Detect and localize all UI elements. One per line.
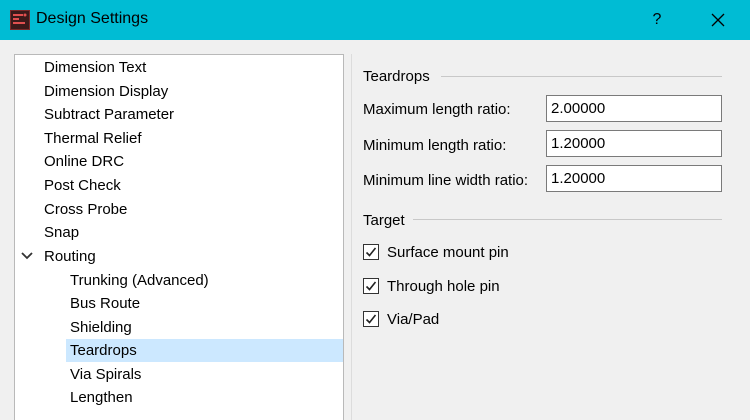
tree-item-online-drc[interactable]: Online DRC — [15, 150, 343, 173]
min-line-width-ratio-label: Minimum line width ratio: — [363, 172, 529, 189]
checkmark-icon — [365, 314, 377, 324]
min-line-width-ratio-input[interactable] — [546, 165, 722, 192]
tree-item-thermal-relief[interactable]: Thermal Relief — [15, 127, 343, 150]
via-pad-checkbox[interactable]: Via/Pad — [363, 309, 439, 329]
tree-item-label: Online DRC — [44, 153, 125, 170]
settings-tree[interactable]: Dimension Text Dimension Display Subtrac… — [14, 54, 344, 420]
tree-item-label: Thermal Relief — [44, 130, 142, 147]
tree-item-label: Via Spirals — [70, 366, 142, 383]
tree-item-routing[interactable]: Routing — [15, 245, 343, 268]
tree-item-dimension-text[interactable]: Dimension Text — [15, 56, 343, 79]
tree-item-label: Dimension Text — [44, 59, 147, 76]
checkmark-icon — [365, 247, 377, 257]
tree-item-label: Shielding — [70, 319, 132, 336]
help-button[interactable]: ? — [636, 0, 678, 40]
checkbox-label: Surface mount pin — [387, 243, 509, 261]
tree-item-bus-route[interactable]: Bus Route — [15, 292, 343, 315]
window-title: Design Settings — [36, 10, 149, 27]
tree-item-lengthen[interactable]: Lengthen — [15, 386, 343, 409]
close-icon — [711, 13, 725, 27]
through-hole-pin-checkbox[interactable]: Through hole pin — [363, 276, 500, 296]
checkbox-label: Via/Pad — [387, 310, 440, 328]
teardrops-section-title: Teardrops — [363, 68, 430, 85]
close-button[interactable] — [694, 0, 742, 40]
tree-item-post-check[interactable]: Post Check — [15, 174, 343, 197]
max-length-ratio-label: Maximum length ratio: — [363, 101, 511, 118]
tree-item-cross-probe[interactable]: Cross Probe — [15, 198, 343, 221]
tree-item-teardrops[interactable]: Teardrops — [66, 339, 343, 362]
design-app-icon — [10, 10, 30, 30]
checkbox-label: Through hole pin — [387, 277, 500, 295]
tree-item-label: Routing — [44, 248, 96, 265]
section-divider — [441, 76, 722, 77]
section-divider — [413, 219, 722, 220]
tree-item-label: Post Check — [44, 177, 121, 194]
tree-item-subtract-parameter[interactable]: Subtract Parameter — [15, 103, 343, 126]
checkbox-box[interactable] — [363, 311, 379, 327]
tree-item-label: Teardrops — [70, 342, 137, 359]
tree-item-label: Trunking (Advanced) — [70, 272, 209, 289]
tree-item-label: Dimension Display — [44, 83, 169, 100]
target-section-title: Target — [363, 212, 405, 229]
tree-item-via-spirals[interactable]: Via Spirals — [15, 363, 343, 386]
min-length-ratio-label: Minimum length ratio: — [363, 137, 507, 154]
checkbox-box[interactable] — [363, 278, 379, 294]
surface-mount-pin-checkbox[interactable]: Surface mount pin — [363, 242, 509, 262]
tree-item-label: Lengthen — [70, 389, 133, 406]
tree-item-dimension-display[interactable]: Dimension Display — [15, 80, 343, 103]
tree-item-trunking-advanced[interactable]: Trunking (Advanced) — [15, 269, 343, 292]
chevron-down-icon[interactable] — [21, 251, 33, 261]
min-length-ratio-input[interactable] — [546, 130, 722, 157]
tree-item-snap[interactable]: Snap — [15, 221, 343, 244]
question-mark-icon: ? — [652, 11, 662, 28]
checkbox-box[interactable] — [363, 244, 379, 260]
checkmark-icon — [365, 281, 377, 291]
tree-item-label: Snap — [44, 224, 80, 241]
tree-item-label: Bus Route — [70, 295, 141, 312]
tree-item-label: Cross Probe — [44, 201, 128, 218]
max-length-ratio-input[interactable] — [546, 95, 722, 122]
tree-item-shielding[interactable]: Shielding — [15, 316, 343, 339]
title-bar: Design Settings ? — [0, 0, 750, 40]
tree-item-label: Subtract Parameter — [44, 106, 175, 123]
